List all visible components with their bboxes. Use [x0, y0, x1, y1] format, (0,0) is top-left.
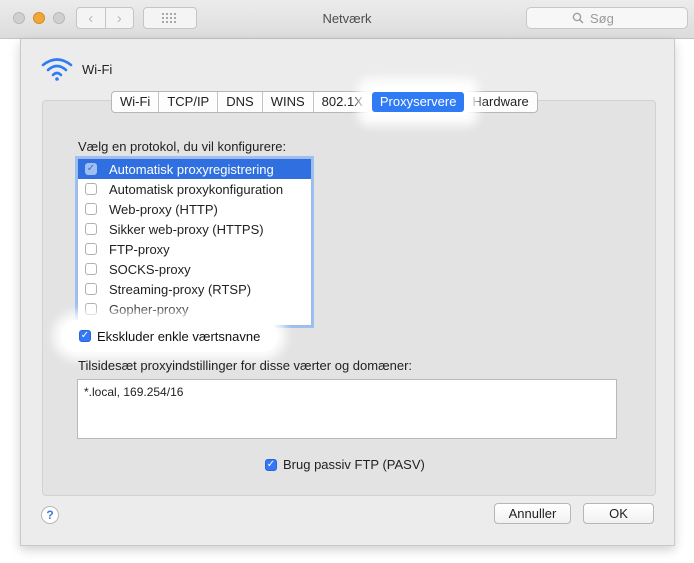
exclude-simple-label: Ekskluder enkle værtsnavne: [97, 328, 261, 344]
protocol-list[interactable]: ✓ Automatisk proxyregistrering Automatis…: [77, 158, 312, 326]
list-item[interactable]: Automatisk proxykonfiguration: [78, 179, 311, 199]
tab-wifi[interactable]: Wi-Fi: [112, 92, 160, 112]
service-name: Wi-Fi: [82, 62, 113, 77]
minimize-window-button[interactable]: [33, 12, 45, 24]
protocol-checkbox[interactable]: [85, 223, 97, 235]
search-icon: [572, 12, 584, 24]
zoom-window-button[interactable]: [53, 12, 65, 24]
protocol-checkbox[interactable]: ✓: [85, 163, 97, 175]
protocol-label-text: FTP-proxy: [109, 241, 170, 257]
help-icon: ?: [46, 508, 54, 522]
protocol-checkbox[interactable]: [85, 303, 97, 315]
list-item[interactable]: SOCKS-proxy: [78, 259, 311, 279]
tab-proxyservere[interactable]: Proxyservere: [371, 92, 465, 112]
passive-ftp-checkbox[interactable]: ✓: [265, 458, 277, 471]
tab-bar: Wi-Fi TCP/IP DNS WINS 802.1X Proxyserver…: [111, 91, 538, 113]
passive-ftp-label: Brug passiv FTP (PASV): [283, 457, 425, 472]
help-button[interactable]: ?: [41, 506, 59, 524]
title-bar: ‹ › Netværk: [0, 0, 694, 39]
chevron-right-icon: ›: [116, 9, 122, 27]
checkmark-icon: ✓: [266, 458, 276, 470]
list-item[interactable]: Gopher-proxy: [78, 299, 311, 319]
tab-dns[interactable]: DNS: [218, 92, 263, 112]
protocol-checkbox[interactable]: [85, 263, 97, 275]
protocol-label-text: Web-proxy (HTTP): [109, 201, 218, 217]
back-forward-control: ‹ ›: [76, 7, 134, 29]
checkmark-icon: ✓: [86, 163, 96, 174]
chevron-left-icon: ‹: [88, 9, 94, 27]
protocol-label-text: Automatisk proxyregistrering: [109, 161, 274, 177]
cancel-button[interactable]: Annuller: [494, 503, 571, 524]
search-field[interactable]: [526, 7, 688, 29]
protocol-label-text: SOCKS-proxy: [109, 261, 191, 277]
protocol-checkbox[interactable]: [85, 283, 97, 295]
tab-8021x[interactable]: 802.1X: [314, 92, 372, 112]
passive-ftp-option[interactable]: ✓ Brug passiv FTP (PASV): [265, 457, 425, 472]
exclude-simple-checkbox[interactable]: ✓: [79, 330, 91, 342]
protocol-checkbox[interactable]: [85, 243, 97, 255]
close-window-button[interactable]: [13, 12, 25, 24]
protocol-label-text: Streaming-proxy (RTSP): [109, 281, 252, 297]
protocol-label-text: Automatisk proxykonfiguration: [109, 181, 284, 197]
list-item[interactable]: Web-proxy (HTTP): [78, 199, 311, 219]
list-item[interactable]: Sikker web-proxy (HTTPS): [78, 219, 311, 239]
forward-button[interactable]: ›: [106, 8, 134, 28]
ok-button[interactable]: OK: [583, 503, 654, 524]
list-item[interactable]: FTP-proxy: [78, 239, 311, 259]
back-button[interactable]: ‹: [77, 8, 106, 28]
wifi-icon: [41, 58, 73, 81]
list-item[interactable]: ✓ Automatisk proxyregistrering: [78, 159, 311, 179]
list-item[interactable]: Streaming-proxy (RTSP): [78, 279, 311, 299]
network-proxy-sheet: Wi-Fi Wi-Fi TCP/IP DNS WINS 802.1X Proxy…: [20, 39, 675, 546]
checkmark-icon: ✓: [80, 330, 90, 341]
tab-tcpip[interactable]: TCP/IP: [159, 92, 219, 112]
show-all-button[interactable]: [143, 7, 197, 29]
protocol-checkbox[interactable]: [85, 183, 97, 195]
tab-wins[interactable]: WINS: [263, 92, 314, 112]
protocol-label-text: Gopher-proxy: [109, 301, 189, 317]
protocol-label: Vælg en protokol, du vil konfigurere:: [78, 139, 287, 154]
grid-icon: [162, 13, 176, 23]
exclude-simple-hostnames[interactable]: ✓ Ekskluder enkle værtsnavne: [61, 320, 279, 352]
bypass-hosts-field[interactable]: *.local, 169.254/16: [77, 379, 617, 439]
protocol-checkbox[interactable]: [85, 203, 97, 215]
search-input[interactable]: [588, 9, 642, 27]
bypass-label: Tilsidesæt proxyindstillinger for disse …: [78, 358, 413, 373]
tab-hardware[interactable]: Hardware: [464, 92, 536, 112]
protocol-label-text: Sikker web-proxy (HTTPS): [109, 221, 264, 237]
